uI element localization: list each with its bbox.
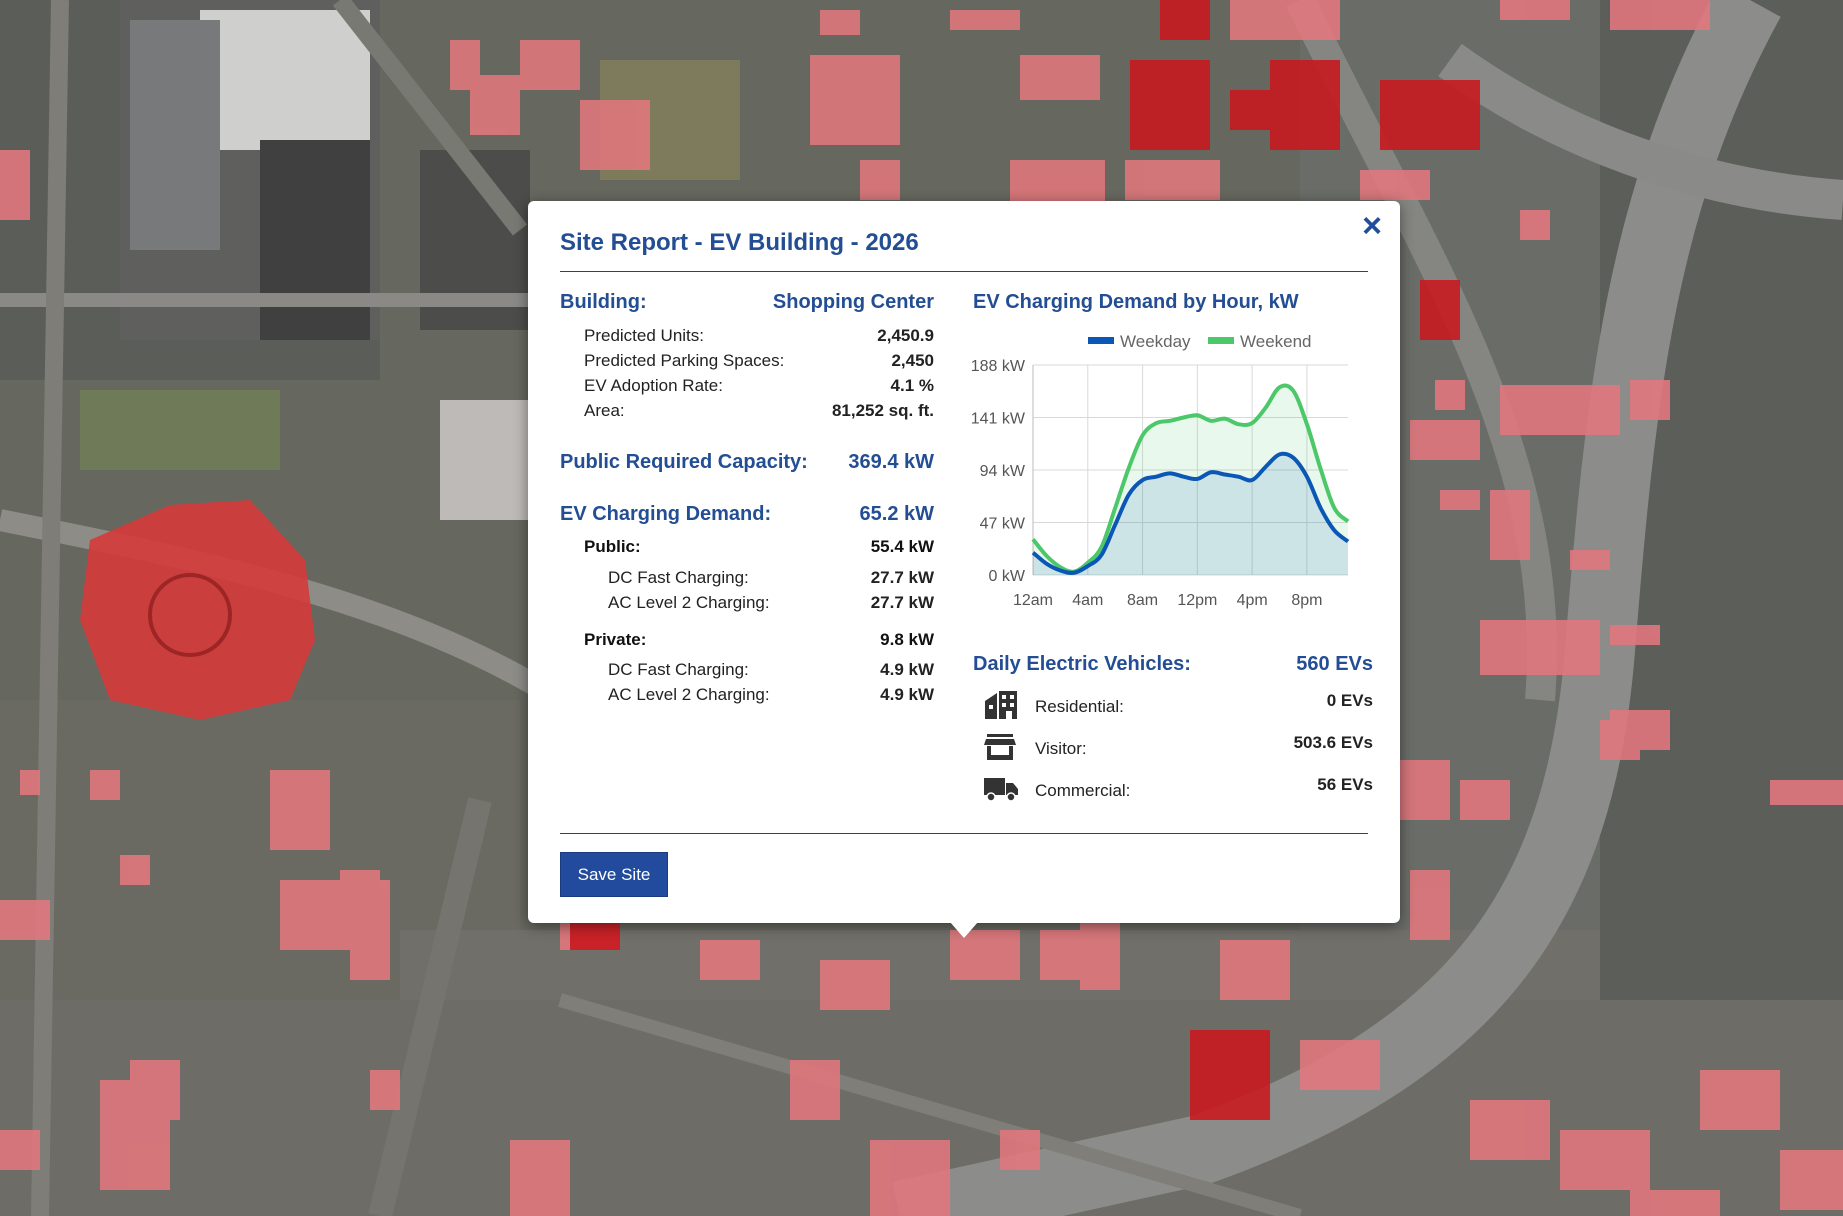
legend-swatch <box>1088 337 1114 344</box>
ev-row-commercial: Commercial: 56 EVs <box>983 773 1373 803</box>
building-footprint[interactable] <box>80 500 315 720</box>
demand-value: 65.2 kW <box>859 503 934 525</box>
legend-label: Weekend <box>1240 332 1312 351</box>
stat-label: Predicted Units: <box>584 326 704 345</box>
private-value: 9.8 kW <box>880 630 934 649</box>
ev-row-label: Visitor: <box>1035 739 1087 758</box>
dc-fast-label: DC Fast Charging: <box>608 568 749 587</box>
ev-row-visitor: Visitor: 503.6 EVs <box>983 731 1373 761</box>
y-tick-label: 141 kW <box>971 411 1026 428</box>
ac-level2-value: 4.9 kW <box>880 685 934 704</box>
divider <box>560 833 1368 834</box>
legend-swatch <box>1208 337 1234 344</box>
popup-pointer <box>950 922 978 938</box>
x-tick-label: 12am <box>1013 592 1053 609</box>
building-label: Building: <box>560 291 647 313</box>
private-label: Private: <box>584 630 647 649</box>
y-tick-label: 47 kW <box>980 516 1026 533</box>
y-tick-label: 94 kW <box>980 463 1026 480</box>
y-tick-label: 188 kW <box>971 358 1026 375</box>
dc-fast-label: DC Fast Charging: <box>608 660 749 679</box>
stat-value: 2,450 <box>891 351 934 370</box>
ev-row-label: Commercial: <box>1035 781 1131 800</box>
stat-label: Predicted Parking Spaces: <box>584 351 785 370</box>
truck-icon <box>984 778 1018 802</box>
public-label: Public: <box>584 537 641 556</box>
divider <box>560 271 1368 272</box>
stat-label: EV Adoption Rate: <box>584 376 723 395</box>
dc-fast-value: 27.7 kW <box>870 568 934 587</box>
stat-value: 4.1 % <box>890 376 934 395</box>
chart-title: EV Charging Demand by Hour, kW <box>973 291 1299 313</box>
stat-label: Area: <box>584 401 625 420</box>
public-value: 55.4 kW <box>870 537 934 556</box>
demand-label: EV Charging Demand: <box>560 503 772 525</box>
daily-evs-total: 560 EVs <box>1296 653 1373 675</box>
ac-level2-label: AC Level 2 Charging: <box>608 685 770 704</box>
building-icon <box>985 691 1017 719</box>
ev-row-value: 0 EVs <box>1326 691 1373 710</box>
dc-fast-value: 4.9 kW <box>880 660 934 679</box>
popup-title: Site Report - EV Building - 2026 <box>560 229 919 256</box>
x-tick-label: 8am <box>1127 592 1158 609</box>
ac-level2-value: 27.7 kW <box>870 593 934 612</box>
close-icon[interactable]: × <box>1362 209 1382 243</box>
save-site-button[interactable]: Save Site <box>560 852 668 897</box>
daily-evs-label: Daily Electric Vehicles: <box>973 653 1191 675</box>
x-tick-label: 12pm <box>1177 592 1217 609</box>
x-tick-label: 8pm <box>1291 592 1322 609</box>
x-tick-label: 4pm <box>1237 592 1268 609</box>
y-tick-label: 0 kW <box>989 568 1026 585</box>
x-tick-label: 4am <box>1072 592 1103 609</box>
store-icon <box>984 734 1016 760</box>
stat-value: 81,252 sq. ft. <box>831 401 934 420</box>
building-type: Shopping Center <box>772 291 934 313</box>
demand-chart: 0 kW 47 kW 94 kW 141 kW 188 kW 12am 4am 8am 12pm… <box>971 332 1350 609</box>
ev-row-value: 503.6 EVs <box>1293 733 1373 752</box>
ev-row-value: 56 EVs <box>1317 775 1373 794</box>
ev-row-residential: Residential: 0 EVs <box>983 689 1373 719</box>
legend-label: Weekday <box>1120 332 1191 351</box>
ev-row-label: Residential: <box>1035 697 1124 716</box>
capacity-value: 369.4 kW <box>848 451 934 473</box>
ac-level2-label: AC Level 2 Charging: <box>608 593 770 612</box>
capacity-label: Public Required Capacity: <box>560 451 808 473</box>
site-report-popup: × Site Report - EV Building - 2026 Build… <box>528 201 1400 923</box>
stat-value: 2,450.9 <box>877 326 934 345</box>
